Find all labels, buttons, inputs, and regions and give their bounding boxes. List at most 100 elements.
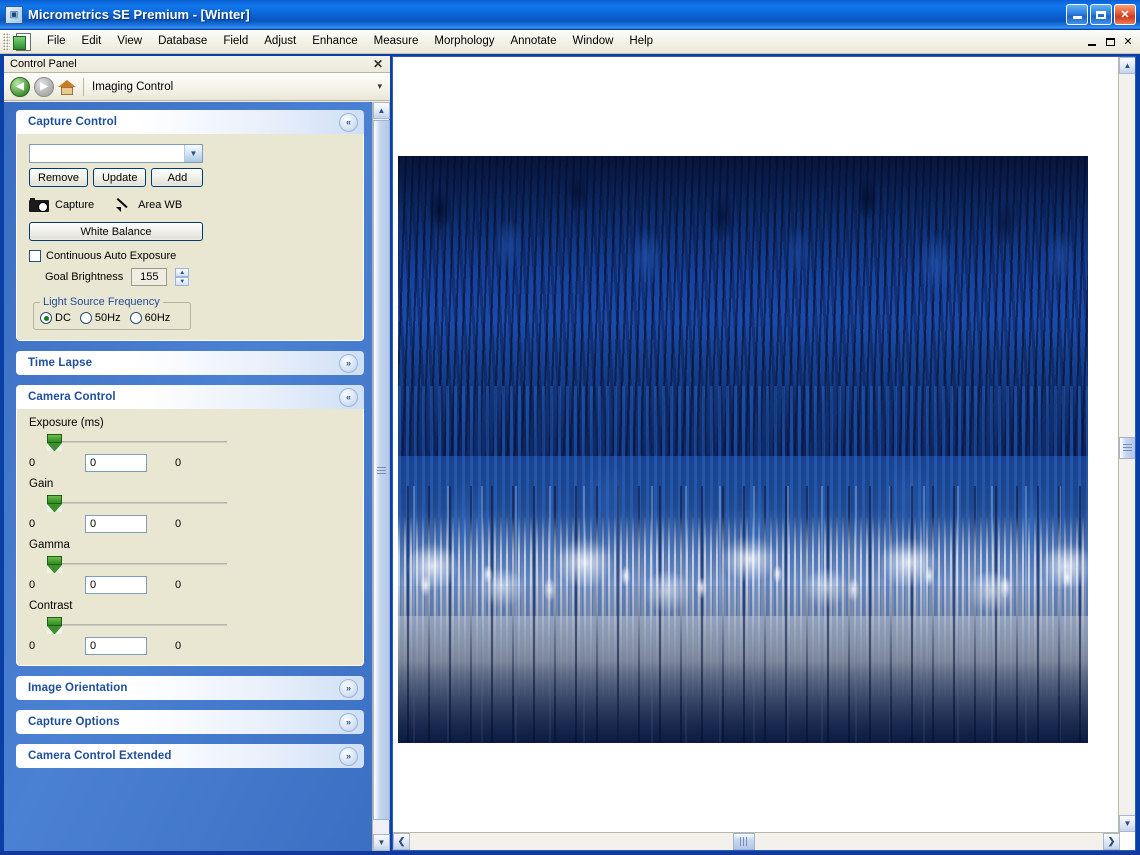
radio-50hz-indicator[interactable]	[79, 312, 92, 324]
gamma-slider-thumb[interactable]	[47, 556, 62, 574]
expand-chevron-down-icon[interactable]: »	[339, 712, 358, 732]
eyedropper-icon[interactable]	[116, 197, 132, 212]
goal-brightness-input[interactable]: 155	[131, 268, 168, 286]
application-window: ▣ Micrometrics SE Premium - [Winter] ✕ F…	[0, 0, 1140, 855]
menu-item-help[interactable]: Help	[621, 31, 661, 52]
expand-chevron-down-icon[interactable]: »	[339, 746, 358, 766]
scrollbar-thumb[interactable]	[373, 120, 390, 820]
menu-item-view[interactable]: View	[109, 31, 150, 52]
menu-item-morphology[interactable]: Morphology	[426, 31, 502, 52]
capture-profile-combobox[interactable]: ▼	[29, 144, 203, 163]
document-horizontal-scrollbar[interactable]: ❮ ❯	[393, 832, 1120, 850]
group-capture-control: Capture Control « ▼ Remove Update Add Ca…	[16, 110, 364, 341]
stepper-up-icon[interactable]: ▲	[175, 268, 190, 277]
add-button[interactable]: Add	[151, 168, 204, 187]
group-header-capture-options[interactable]: Capture Options »	[16, 710, 364, 734]
radio-dc-indicator[interactable]	[40, 312, 52, 324]
radio-option-50hz[interactable]: 50Hz	[79, 312, 121, 324]
window-titlebar: ▣ Micrometrics SE Premium - [Winter] ✕	[0, 0, 1140, 30]
chevron-down-icon[interactable]: ▼	[184, 145, 202, 162]
menu-item-measure[interactable]: Measure	[366, 31, 427, 52]
menu-bar: File Edit View Database Field Adjust Enh…	[0, 30, 1140, 54]
doc-scrollbar-thumb[interactable]	[1119, 437, 1135, 459]
update-button[interactable]: Update	[92, 168, 147, 187]
group-capture-options: Capture Options »	[16, 710, 364, 734]
contrast-slider-thumb[interactable]	[47, 617, 62, 635]
exposure-input[interactable]: 0	[85, 454, 147, 472]
gamma-slider[interactable]	[29, 554, 353, 574]
scroll-down-button[interactable]: ▼	[373, 834, 390, 851]
menu-item-file[interactable]: File	[39, 31, 74, 52]
collapse-chevron-up-icon[interactable]: «	[339, 112, 358, 132]
radio-60hz-indicator[interactable]	[129, 312, 142, 324]
area-wb-label[interactable]: Area WB	[138, 199, 182, 211]
doc-scroll-left-button[interactable]: ❮	[393, 833, 410, 850]
gain-input[interactable]: 0	[85, 515, 147, 533]
gain-slider-thumb[interactable]	[47, 495, 62, 513]
goal-brightness-row: Goal Brightness 155 ▲ ▼	[29, 268, 353, 286]
mdi-restore-button[interactable]	[1102, 34, 1118, 49]
goal-brightness-stepper[interactable]: ▲ ▼	[175, 268, 190, 286]
group-header-camera-control-extended[interactable]: Camera Control Extended »	[16, 744, 364, 768]
home-icon[interactable]	[58, 78, 76, 96]
gamma-slider-track[interactable]	[57, 563, 227, 565]
gain-slider[interactable]	[29, 493, 353, 513]
control-panel-toolbar: ◀ ▶ Imaging Control ▾	[4, 73, 390, 101]
document-vertical-scrollbar[interactable]: ▲ ▼	[1118, 57, 1135, 832]
continuous-auto-exposure-row[interactable]: Continuous Auto Exposure	[29, 250, 353, 262]
group-header-time-lapse[interactable]: Time Lapse »	[16, 351, 364, 375]
exposure-slider[interactable]	[29, 432, 353, 452]
close-button[interactable]: ✕	[1114, 4, 1136, 25]
scroll-up-button[interactable]: ▲	[373, 102, 390, 119]
exposure-slider-thumb[interactable]	[47, 434, 62, 452]
gain-slider-track[interactable]	[57, 502, 227, 504]
new-document-icon[interactable]	[13, 32, 31, 51]
radio-option-60hz[interactable]: 60Hz	[129, 312, 170, 324]
image-canvas[interactable]	[393, 57, 1103, 832]
gamma-input[interactable]: 0	[85, 576, 147, 594]
maximize-button[interactable]	[1090, 4, 1112, 25]
winter-forest-image[interactable]	[398, 156, 1088, 743]
control-panel-vertical-scrollbar[interactable]: ▲ ▼	[372, 102, 390, 851]
doc-scroll-down-button[interactable]: ▼	[1119, 815, 1135, 832]
document-accent-shape	[13, 35, 26, 50]
expand-chevron-down-icon[interactable]: »	[339, 353, 358, 373]
toolbar-gripper-icon[interactable]	[3, 32, 10, 51]
forward-icon[interactable]: ▶	[34, 76, 54, 97]
gamma-max: 0	[175, 579, 182, 591]
stepper-down-icon[interactable]: ▼	[175, 277, 190, 286]
contrast-slider[interactable]	[29, 615, 353, 635]
menu-item-annotate[interactable]: Annotate	[502, 31, 564, 52]
contrast-slider-track[interactable]	[57, 624, 227, 626]
mdi-minimize-button[interactable]	[1084, 34, 1100, 49]
white-balance-button[interactable]: White Balance	[29, 222, 203, 241]
control-panel-close-icon[interactable]: ✕	[373, 58, 387, 70]
doc-hscrollbar-thumb[interactable]	[733, 833, 755, 850]
group-header-image-orientation[interactable]: Image Orientation »	[16, 676, 364, 700]
menu-item-window[interactable]: Window	[565, 31, 622, 52]
menu-item-database[interactable]: Database	[150, 31, 215, 52]
group-header-camera-control[interactable]: Camera Control «	[16, 385, 364, 409]
radio-option-dc[interactable]: DC	[40, 312, 71, 324]
maximize-icon	[1096, 10, 1106, 19]
group-header-capture-control[interactable]: Capture Control «	[16, 110, 364, 134]
collapse-chevron-up-icon[interactable]: «	[339, 387, 358, 407]
minimize-button[interactable]	[1066, 4, 1088, 25]
doc-scroll-up-button[interactable]: ▲	[1119, 57, 1135, 74]
remove-button[interactable]: Remove	[29, 168, 88, 187]
mdi-close-button[interactable]: ✕	[1120, 34, 1136, 49]
capture-label[interactable]: Capture	[55, 199, 94, 211]
expand-chevron-down-icon[interactable]: »	[339, 678, 358, 698]
menu-item-edit[interactable]: Edit	[74, 31, 110, 52]
continuous-auto-exposure-checkbox[interactable]	[29, 250, 41, 262]
menu-item-enhance[interactable]: Enhance	[304, 31, 365, 52]
contrast-input[interactable]: 0	[85, 637, 147, 655]
camera-icon[interactable]	[29, 197, 49, 212]
back-icon[interactable]: ◀	[10, 76, 30, 97]
menu-item-field[interactable]: Field	[215, 31, 256, 52]
menu-item-adjust[interactable]: Adjust	[256, 31, 304, 52]
exposure-slider-track[interactable]	[57, 441, 227, 443]
doc-scroll-right-button[interactable]: ❯	[1103, 833, 1120, 850]
gamma-label: Gamma	[29, 539, 70, 551]
chevron-down-icon[interactable]: ▾	[377, 81, 390, 92]
